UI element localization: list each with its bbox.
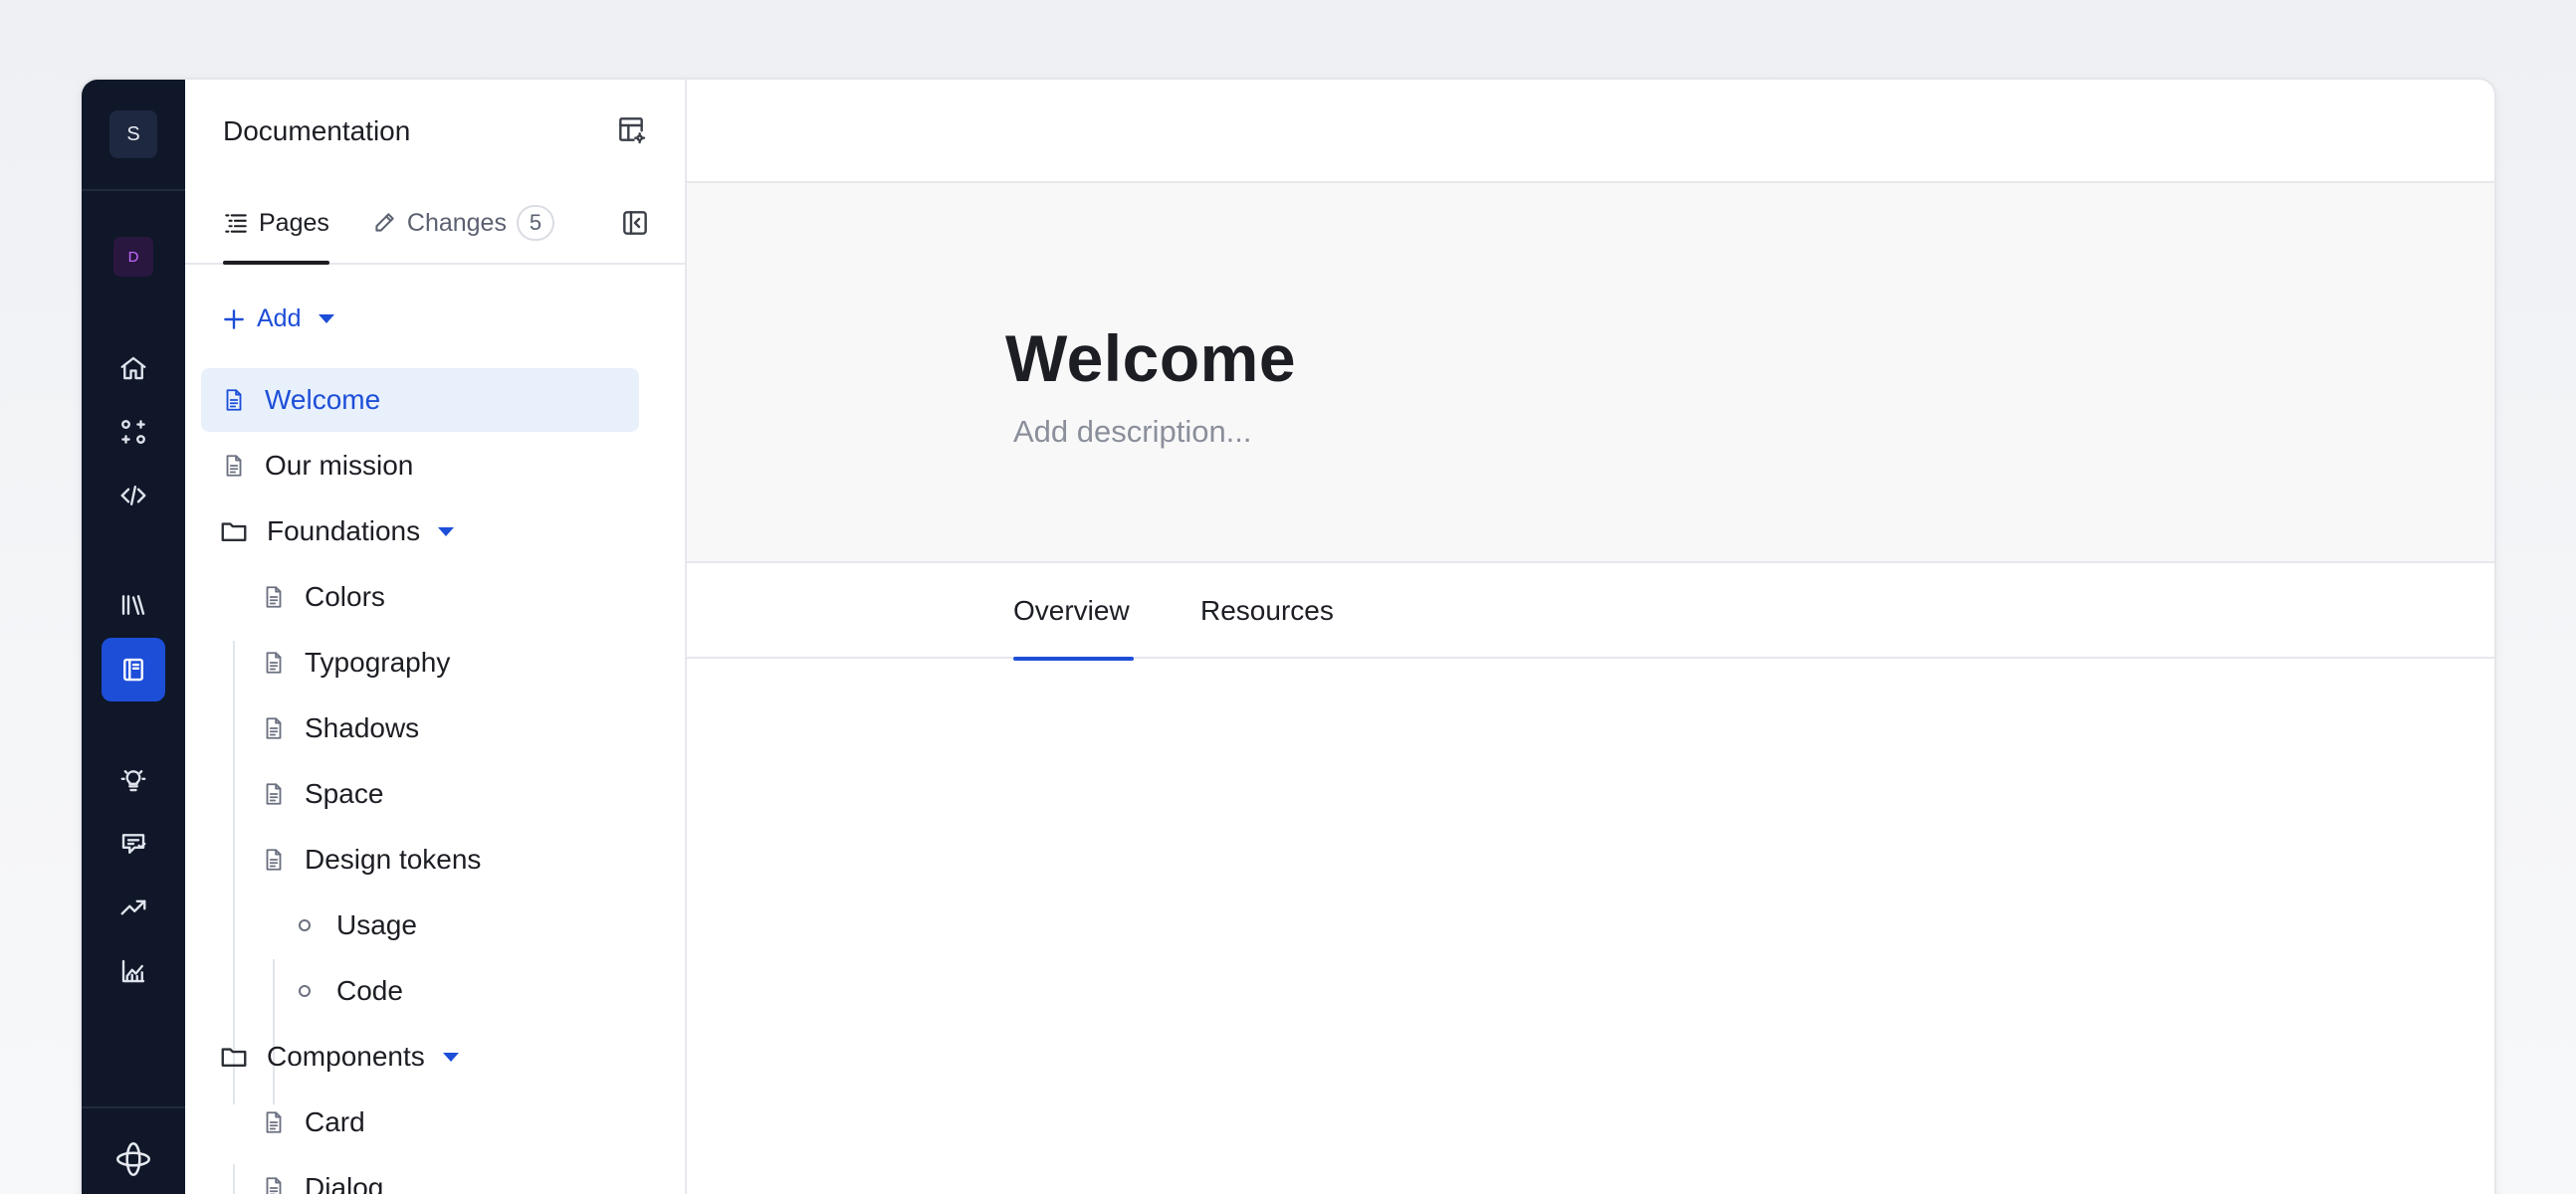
bullet-icon [299,919,311,931]
panel-collapse-icon [623,211,647,235]
logo-icon [115,1141,151,1177]
workspace-switcher[interactable]: S [82,80,185,191]
editor-toolbar [687,80,2494,183]
rail-library[interactable] [82,573,185,637]
tree-item-shadows[interactable]: Shadows [261,696,419,760]
page-tabs: Overview Resources [687,563,2494,661]
tree-item-label: Usage [336,909,417,940]
tree-item-label: Typography [305,647,451,678]
tree-item-label: Welcome [265,384,381,415]
sidebar-tabs: Pages Changes 5 [185,183,685,265]
document-icon [266,717,282,739]
rail-code[interactable] [82,464,185,527]
tree-item-usage[interactable]: Usage [291,894,417,957]
tree-item-typography[interactable]: Typography [261,631,450,695]
tree-item-label: Shadows [305,712,420,743]
rail-documentation[interactable] [82,638,185,701]
tree-item-label: Components [267,1041,425,1072]
collapse-sidebar-button[interactable] [619,207,651,244]
workspace-avatar[interactable]: S [109,110,157,158]
tree-folder-foundations[interactable]: Foundations [219,499,455,563]
rail-logo[interactable] [82,1106,185,1194]
sidebar-title: Documentation [223,115,411,146]
add-page-button[interactable]: Add [221,304,335,333]
chevron-down-icon[interactable] [438,526,455,536]
bullet-icon [299,985,311,997]
tree-item-label: Our mission [265,450,414,481]
tree-item-code[interactable]: Code [291,959,403,1023]
chevron-down-icon[interactable] [442,1052,459,1062]
plus-icon [224,308,244,329]
rail-feedback[interactable] [82,812,185,876]
tab-resources[interactable]: Resources [1200,563,1334,659]
rail-analytics[interactable] [82,939,185,1003]
layout-settings-button[interactable] [615,113,647,150]
document-icon [266,1111,282,1133]
rail-components[interactable] [82,400,185,464]
document-icon [226,455,242,477]
tree-item-label: Code [336,975,403,1006]
tree-item-our-mission[interactable]: Our mission [221,434,413,498]
tree-item-space[interactable]: Space [261,762,383,826]
tree-item-label: Foundations [267,515,421,546]
tab-changes-label: Changes [406,208,507,237]
project-switcher[interactable]: D [82,225,185,289]
tab-pages-label: Pages [259,208,329,237]
app-window: S D Documentation Pages Changes 5 Add We… [80,78,2496,1194]
nav-rail: S D [82,80,185,1194]
page-editor: Welcome Add description... Overview Reso… [687,80,2494,1194]
rail-trends[interactable] [82,876,185,939]
tree-item-label: Colors [305,581,385,612]
folder-icon [221,522,247,541]
rail-ideas[interactable] [82,748,185,812]
documentation-active[interactable] [102,638,165,701]
pencil-icon [375,213,394,232]
add-label: Add [257,304,302,332]
chart-icon [121,959,145,983]
page-description-input[interactable]: Add description... [1013,414,1252,450]
tree-item-label: Design tokens [305,844,482,875]
tab-overview[interactable]: Overview [1013,563,1134,661]
page-header: Welcome Add description... [687,183,2494,563]
page-title[interactable]: Welcome [1005,320,1296,396]
document-icon [266,849,282,871]
document-icon [266,783,282,805]
book-icon [123,658,143,682]
list-tree-icon [225,214,247,233]
document-icon [266,1177,282,1194]
tree-item-label: Card [305,1106,365,1137]
table-settings-icon [619,116,646,143]
tree-folder-components[interactable]: Components [219,1025,459,1089]
tree-item-dialog[interactable]: Dialog [261,1156,383,1194]
tree-item-label: Dialog [305,1172,384,1194]
home-icon [120,356,146,380]
feedback-icon [121,834,146,854]
docs-sidebar: Documentation Pages Changes 5 Add Welcom… [185,80,687,1194]
document-icon [226,389,242,411]
chevron-down-icon [319,314,335,323]
lightbulb-icon [120,770,146,792]
components-icon [121,420,145,444]
tree-guide [233,1164,235,1194]
library-icon [121,595,145,615]
folder-icon [221,1048,247,1067]
tree-item-colors[interactable]: Colors [261,565,385,629]
tree-item-label: Space [305,778,384,809]
tab-changes[interactable]: Changes 5 [371,183,554,263]
tab-pages[interactable]: Pages [223,183,329,265]
document-icon [266,586,282,608]
code-icon [120,486,146,505]
tree-item-card[interactable]: Card [261,1091,365,1154]
tree-item-design-tokens[interactable]: Design tokens [261,828,481,892]
changes-count-badge: 5 [516,205,554,241]
trending-up-icon [120,899,146,915]
project-avatar[interactable]: D [113,237,153,277]
tree-item-welcome[interactable]: Welcome [201,368,639,432]
sidebar-header: Documentation [185,80,685,183]
document-icon [266,652,282,674]
rail-home[interactable] [82,336,185,400]
